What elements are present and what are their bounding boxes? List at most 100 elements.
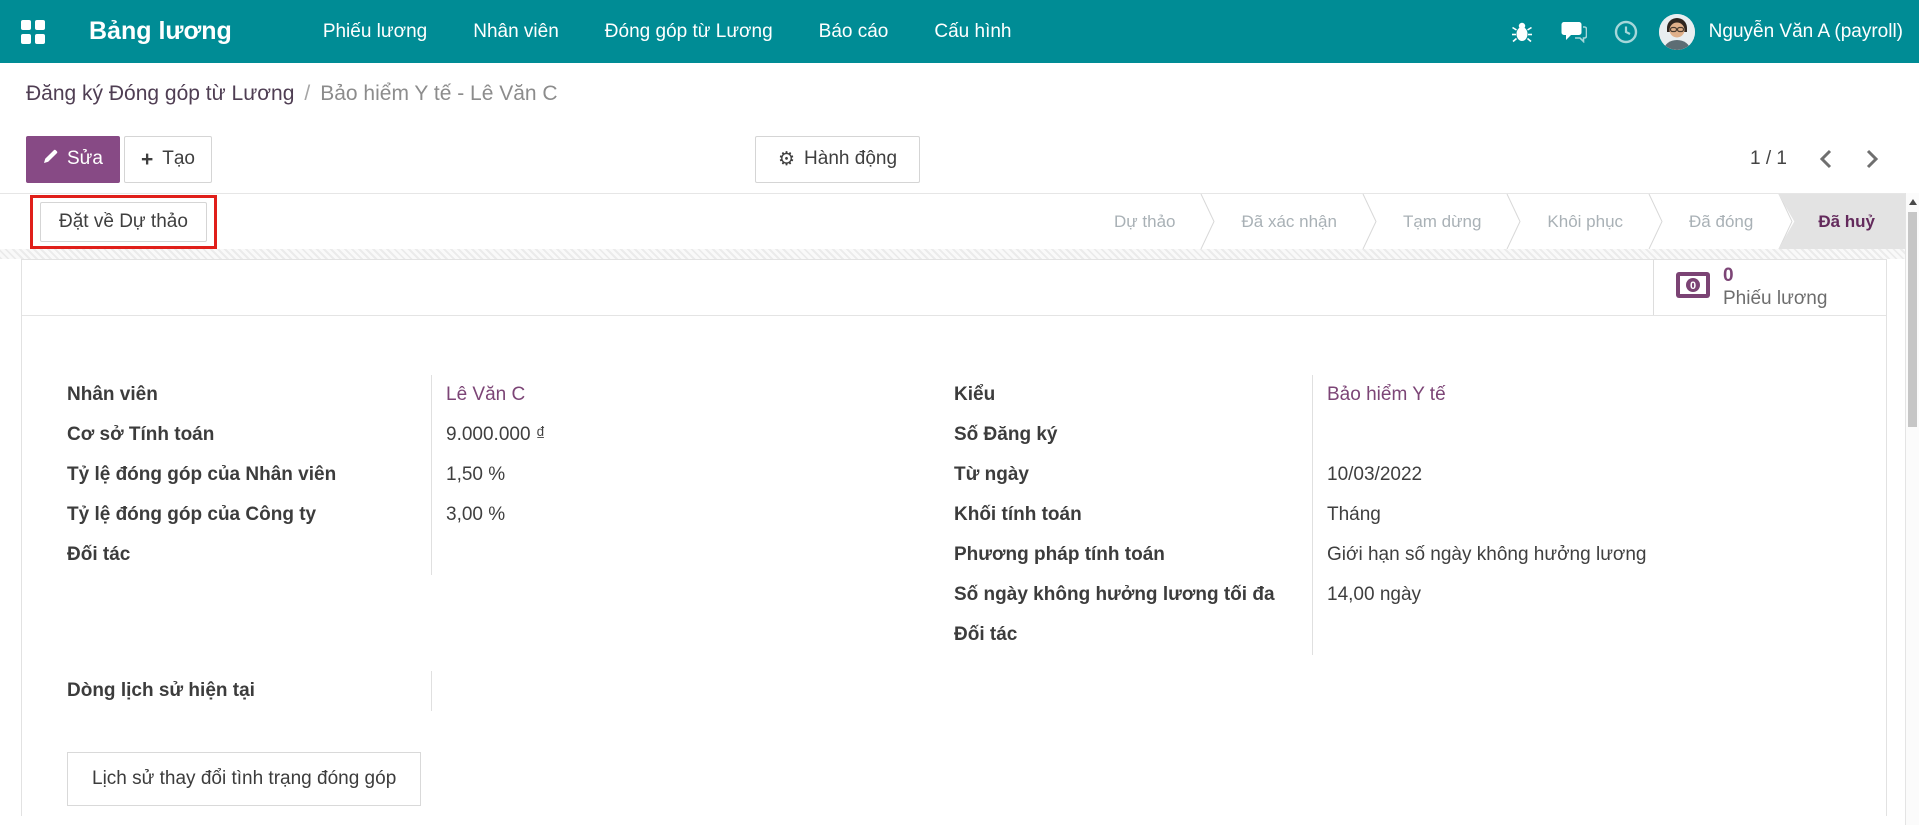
app-title[interactable]: Bảng lương <box>89 17 232 46</box>
field-value: Tháng <box>1312 495 1886 535</box>
menu-cau-hinh[interactable]: Cấu hình <box>915 11 1030 53</box>
field-label: Tỷ lệ đóng góp của Công ty <box>67 504 431 526</box>
pencil-icon <box>43 148 58 170</box>
step-da-xac-nhan[interactable]: Đã xác nhận <box>1216 194 1361 249</box>
chevron-separator-icon <box>1200 194 1216 249</box>
field-value: 14,00 ngày <box>1312 575 1886 615</box>
annotation-highlight-box: Đặt về Dự thảo <box>30 195 217 249</box>
field-row: Dòng lịch sử hiện tại <box>67 671 954 711</box>
field-label: Từ ngày <box>954 464 1312 486</box>
breadcrumb-parent-link[interactable]: Đăng ký Đóng góp từ Lương <box>26 82 294 106</box>
employee-link[interactable]: Lê Văn C <box>446 384 525 406</box>
user-name[interactable]: Nguyễn Văn A (payroll) <box>1709 21 1903 43</box>
field-row: Tỷ lệ đóng góp của Công ty 3,00 % <box>67 495 954 535</box>
chevron-separator-icon <box>1506 194 1522 249</box>
field-value <box>431 535 954 575</box>
field-value <box>431 671 954 711</box>
set-to-draft-button[interactable]: Đặt về Dự thảo <box>40 202 207 242</box>
tab-contribution-history[interactable]: Lịch sử thay đổi tình trạng đóng góp <box>67 752 421 806</box>
field-row: Nhân viên Lê Văn C <box>67 375 954 415</box>
scrollbar-up-arrow-icon[interactable] <box>1906 193 1919 210</box>
field-label: Số Đăng ký <box>954 424 1312 446</box>
field-value: 10/03/2022 <box>1312 455 1886 495</box>
pager-next-icon[interactable] <box>1865 149 1879 169</box>
field-value: 3,00 % <box>431 495 954 535</box>
vertical-scrollbar[interactable] <box>1905 193 1919 825</box>
edit-button[interactable]: Sửa <box>26 136 120 183</box>
step-tam-dung[interactable]: Tạm dừng <box>1378 194 1506 249</box>
payslip-count: 0 <box>1723 265 1827 288</box>
field-label: Cơ sở Tính toán <box>67 424 431 446</box>
field-label: Tỷ lệ đóng góp của Nhân viên <box>67 464 431 486</box>
field-label: Nhân viên <box>67 384 431 406</box>
step-khoi-phuc[interactable]: Khôi phục <box>1522 194 1648 249</box>
field-row: Số ngày không hưởng lương tối đa 14,00 n… <box>954 575 1886 615</box>
field-label: Đối tác <box>954 624 1312 646</box>
field-value: Giới hạn số ngày không hưởng lương <box>1312 535 1886 575</box>
scrollbar-thumb[interactable] <box>1908 212 1917 427</box>
apps-menu-icon[interactable] <box>21 20 45 44</box>
chevron-separator-icon <box>1362 194 1378 249</box>
field-row: Tỷ lệ đóng góp của Nhân viên 1,50 % <box>67 455 954 495</box>
field-label: Kiểu <box>954 384 1312 406</box>
field-label: Khối tính toán <box>954 504 1312 526</box>
menu-phieu-luong[interactable]: Phiếu lương <box>304 11 446 53</box>
field-groups: Nhân viên Lê Văn C Cơ sở Tính toán 9.000… <box>22 316 1886 655</box>
breadcrumb-separator: / <box>304 82 310 106</box>
right-field-group: Kiểu Bảo hiểm Y tế Số Đăng ký Từ ngày 10… <box>954 375 1886 655</box>
field-label: Đối tác <box>67 544 431 566</box>
chevron-separator-icon <box>1648 194 1664 249</box>
field-row: Kiểu Bảo hiểm Y tế <box>954 375 1886 415</box>
create-button-label: Tạo <box>162 148 195 170</box>
debug-bug-icon[interactable] <box>1503 13 1541 51</box>
menu-dong-gop[interactable]: Đóng góp từ Lương <box>586 11 792 53</box>
payslip-label: Phiếu lương <box>1723 288 1827 311</box>
control-panel: Sửa + Tạo ⚙ Hành động 1 / 1 <box>0 125 1919 193</box>
activities-clock-icon[interactable] <box>1607 13 1645 51</box>
field-row: Đối tác <box>67 535 954 575</box>
field-row: Phương pháp tính toán Giới hạn số ngày k… <box>954 535 1886 575</box>
step-da-huy-active[interactable]: Đã huỷ <box>1778 194 1905 249</box>
field-row: Cơ sở Tính toán 9.000.000 ₫ <box>67 415 954 455</box>
plus-icon: + <box>141 149 153 170</box>
menu-nhan-vien[interactable]: Nhân viên <box>454 11 578 53</box>
action-button-label: Hành động <box>804 148 897 170</box>
step-du-thao[interactable]: Dự thảo <box>1089 194 1200 249</box>
create-button[interactable]: + Tạo <box>124 136 212 183</box>
top-navbar: Bảng lương Phiếu lương Nhân viên Đóng gó… <box>0 0 1919 63</box>
left-field-group: Nhân viên Lê Văn C Cơ sở Tính toán 9.000… <box>22 375 954 655</box>
field-label: Số ngày không hưởng lương tối đa <box>954 584 1312 606</box>
field-value: 1,50 % <box>431 455 954 495</box>
menu-bao-cao[interactable]: Báo cáo <box>800 11 908 53</box>
form-sheet: 0 0 Phiếu lương Nhân viên Lê Văn C Cơ sở… <box>21 259 1887 816</box>
history-field-group: Dòng lịch sử hiện tại <box>22 671 1886 711</box>
pager-count: 1 / 1 <box>1750 148 1787 170</box>
user-avatar[interactable] <box>1659 14 1695 50</box>
notebook-tabs: Lịch sử thay đổi tình trạng đóng góp <box>67 752 1886 806</box>
field-row: Khối tính toán Tháng <box>954 495 1886 535</box>
field-row: Số Đăng ký <box>954 415 1886 455</box>
action-button[interactable]: ⚙ Hành động <box>755 136 920 183</box>
edit-button-label: Sửa <box>67 148 103 170</box>
statusbar: Đặt về Dự thảo Dự thảo Đã xác nhận Tạm d… <box>0 193 1905 249</box>
field-value <box>1312 615 1886 655</box>
field-value <box>1312 415 1886 455</box>
type-link[interactable]: Bảo hiểm Y tế <box>1327 384 1446 406</box>
breadcrumb-current: Bảo hiểm Y tế - Lê Văn C <box>320 82 557 106</box>
sheet-background-hatch <box>0 249 1919 259</box>
pager: 1 / 1 <box>1750 148 1879 170</box>
payslips-stat-button[interactable]: 0 0 Phiếu lương <box>1653 260 1886 315</box>
pager-previous-icon[interactable] <box>1819 149 1833 169</box>
field-row: Đối tác <box>954 615 1886 655</box>
field-label: Dòng lịch sử hiện tại <box>67 680 431 702</box>
gear-icon: ⚙ <box>778 148 795 171</box>
navbar-systray: Nguyễn Văn A (payroll) <box>1503 13 1919 51</box>
statusbar-steps: Dự thảo Đã xác nhận Tạm dừng Khôi phục Đ… <box>1089 194 1905 249</box>
field-label: Phương pháp tính toán <box>954 544 1312 566</box>
step-da-dong[interactable]: Đã đóng <box>1664 194 1778 249</box>
main-menu: Phiếu lương Nhân viên Đóng góp từ Lương … <box>304 11 1031 53</box>
money-bill-icon: 0 <box>1676 272 1710 303</box>
button-box: 0 0 Phiếu lương <box>22 260 1886 316</box>
breadcrumb: Đăng ký Đóng góp từ Lương / Bảo hiểm Y t… <box>0 63 1919 125</box>
messages-icon[interactable] <box>1555 13 1593 51</box>
